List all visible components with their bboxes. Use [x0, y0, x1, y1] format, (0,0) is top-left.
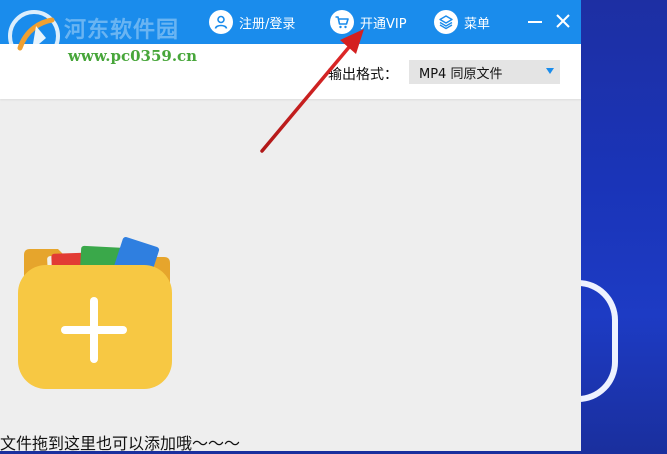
layers-icon [434, 10, 458, 34]
watermark-title: 河东软件园 [64, 17, 180, 43]
login-register-button[interactable]: 注册/登录 [209, 9, 295, 35]
menu-button[interactable]: 菜单 [434, 9, 490, 35]
login-register-label: 注册/登录 [239, 16, 296, 32]
watermark-url: www.pc0359.cn [68, 47, 198, 65]
add-file-folder-icon[interactable] [18, 233, 174, 389]
user-icon [209, 10, 233, 34]
chevron-down-icon [546, 68, 554, 74]
vip-button[interactable]: 开通VIP [330, 9, 407, 35]
output-format-select[interactable]: MP4 同原文件 [409, 60, 560, 84]
cart-icon [330, 10, 354, 34]
output-format-value: MP4 同原文件 [419, 66, 503, 82]
menu-label: 菜单 [464, 16, 491, 32]
minimize-icon [528, 21, 542, 23]
vip-label: 开通VIP [360, 16, 407, 32]
app-window: 注册/登录 开通VIP 菜单 河东软件园 www.pc0359.cn 输出格式：… [0, 0, 581, 453]
watermark-logo-icon [8, 10, 60, 62]
drop-hint-text: 文件拖到这里也可以添加哦～～～ [0, 434, 241, 453]
output-format-label: 输出格式： [328, 67, 398, 83]
close-icon [556, 14, 570, 28]
minimize-button[interactable] [524, 10, 546, 32]
close-button[interactable] [552, 10, 574, 32]
